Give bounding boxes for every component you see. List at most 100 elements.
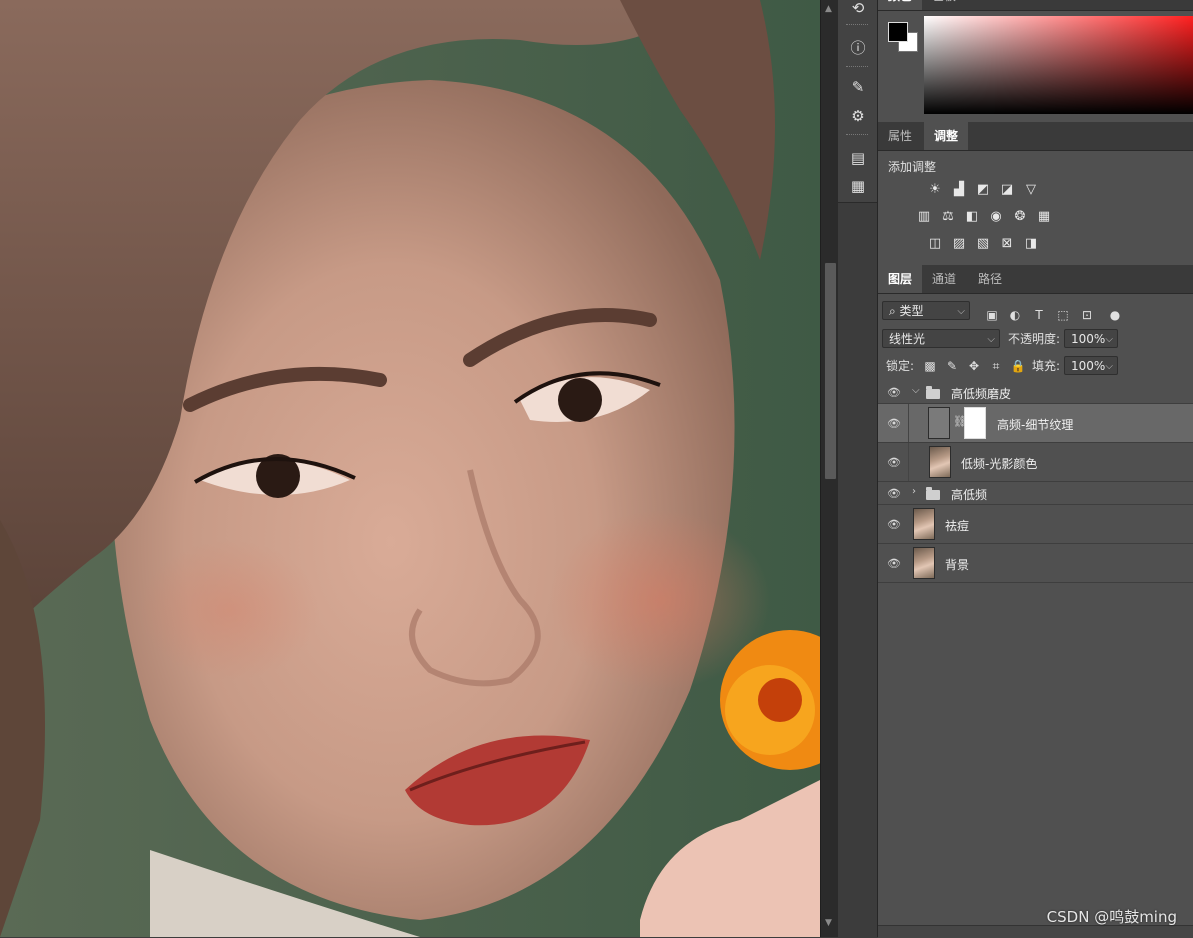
fill-field[interactable]: 100% ⌵ [1064, 356, 1118, 375]
scroll-down-arrow-icon[interactable]: ▼ [825, 918, 832, 928]
tab-paths[interactable]: 路径 [968, 265, 1012, 293]
layer-filter-kind-select[interactable]: ⌕ 类型 ⌵ [882, 301, 970, 320]
filter-smart-object-icon[interactable]: ⊡ [1079, 307, 1095, 323]
opacity-value: 100% [1071, 332, 1106, 346]
lock-image-pixels-icon[interactable]: ✎ [944, 358, 960, 374]
threshold-icon[interactable]: ▧ [974, 234, 992, 252]
color-spectrum-picker[interactable] [924, 16, 1193, 114]
color-panel: 颜色 色板 [878, 0, 1193, 118]
black-white-icon[interactable]: ◧ [963, 207, 981, 225]
lock-artboard-icon[interactable]: ⌗ [988, 358, 1004, 374]
history-icon[interactable]: ⟲ [848, 0, 868, 18]
tab-color[interactable]: 颜色 [878, 0, 923, 10]
info-icon[interactable]: ⓘ [848, 37, 868, 57]
brush-settings-icon[interactable]: ✎ [848, 77, 868, 97]
tab-channels[interactable]: 通道 [922, 265, 966, 293]
visibility-eye-icon[interactable]: 👁 [886, 516, 902, 532]
layer-name: 祛痘 [945, 519, 970, 533]
color-balance-icon[interactable]: ⚖ [939, 207, 957, 225]
layer-name: 高低频 [951, 488, 988, 502]
lock-all-icon[interactable]: 🔒 [1010, 358, 1026, 374]
tab-layers[interactable]: 图层 [878, 265, 923, 293]
layer-name: 高低频磨皮 [951, 387, 1012, 401]
filter-pixel-icon[interactable]: ▣ [984, 307, 1000, 323]
levels-icon[interactable]: ▟ [950, 180, 968, 198]
tab-properties[interactable]: 属性 [878, 122, 922, 150]
lock-label: 锁定: [886, 359, 915, 373]
channel-mixer-icon[interactable]: ❂ [1011, 207, 1029, 225]
opacity-label: 不透明度: [1008, 332, 1061, 346]
chevron-down-icon: ⌵ [1105, 334, 1113, 345]
canvas-vertical-scrollbar[interactable]: ▲ ▼ [820, 0, 839, 937]
layer-thumbnail[interactable] [928, 407, 950, 439]
collapsed-panel-icons: ⟲ ⓘ ✎ ⚙ ▤ ▦ [838, 0, 877, 203]
adjustment-row-2: ▥ ⚖ ◧ ◉ ❂ ▦ [915, 207, 1053, 225]
paragraph-styles-icon[interactable]: ▤ [848, 148, 868, 168]
layer-thumbnail[interactable] [913, 547, 935, 579]
strip-separator [846, 134, 868, 135]
chevron-down-icon[interactable]: ⌵ [912, 385, 920, 396]
visibility-eye-icon[interactable]: 👁 [886, 415, 902, 431]
layer-row[interactable]: 👁 背景 [878, 544, 1193, 583]
filter-shape-icon[interactable]: ⬚ [1055, 307, 1071, 323]
layer-row-group[interactable]: 👁 ⌵ 高低频磨皮 [878, 381, 1193, 404]
gradient-map-icon[interactable]: ◨ [1022, 234, 1040, 252]
layer-thumbnail[interactable] [929, 446, 951, 478]
color-lookup-icon[interactable]: ▦ [1035, 207, 1053, 225]
chevron-down-icon: ⌵ [987, 334, 995, 345]
strip-separator [846, 24, 868, 25]
layer-row-group[interactable]: 👁 › 高低频 [878, 482, 1193, 505]
notes-icon[interactable]: ▦ [848, 176, 868, 196]
layer-row[interactable]: 👁 低频-光影颜色 [878, 443, 1193, 482]
layer-name: 低频-光影颜色 [961, 457, 1038, 471]
visibility-eye-icon[interactable]: 👁 [886, 384, 902, 400]
document-canvas[interactable] [0, 0, 820, 937]
opacity-field[interactable]: 100% ⌵ [1064, 329, 1118, 348]
hue-saturation-icon[interactable]: ▥ [915, 207, 933, 225]
filter-toggle-icon[interactable]: ● [1107, 307, 1123, 323]
tab-adjustments[interactable]: 调整 [924, 122, 969, 150]
lock-transparent-pixels-icon[interactable]: ▩ [922, 358, 938, 374]
blend-mode-select[interactable]: 线性光 ⌵ [882, 329, 1000, 348]
filter-adjustment-icon[interactable]: ◐ [1007, 307, 1023, 323]
selective-color-icon[interactable]: ⊠ [998, 234, 1016, 252]
folder-icon [926, 487, 940, 500]
chevron-right-icon[interactable]: › [912, 486, 916, 497]
curves-icon[interactable]: ◩ [974, 180, 992, 198]
photo-filter-icon[interactable]: ◉ [987, 207, 1005, 225]
brightness-contrast-icon[interactable]: ☀ [926, 180, 944, 198]
layer-row-divider [908, 443, 909, 481]
chevron-down-icon: ⌵ [1105, 361, 1113, 372]
filter-kind-value: 类型 [899, 304, 924, 318]
vibrance-icon[interactable]: ▽ [1022, 180, 1040, 198]
layer-row-selected[interactable]: 👁 ⛓ 高频-细节纹理 [878, 404, 1193, 443]
exposure-icon[interactable]: ◪ [998, 180, 1016, 198]
foreground-color-swatch[interactable] [888, 22, 908, 42]
adjustment-row-3: ◫ ▨ ▧ ⊠ ◨ [926, 234, 1040, 252]
blend-mode-value: 线性光 [889, 332, 926, 346]
visibility-eye-icon[interactable]: 👁 [886, 454, 902, 470]
layer-row[interactable]: 👁 祛痘 [878, 505, 1193, 544]
layer-name: 背景 [945, 558, 970, 572]
layers-panel: 图层 通道 路径 ⌕ 类型 ⌵ ▣ ◐ T ⬚ ⊡ ● 线性光 ⌵ 不透明度: … [878, 265, 1193, 938]
lock-position-icon[interactable]: ✥ [966, 358, 982, 374]
layer-mask-thumbnail[interactable] [964, 407, 986, 439]
color-panel-tabbar: 颜色 色板 [878, 0, 1193, 11]
add-adjustment-title: 添加调整 [888, 160, 937, 174]
filter-type-icon[interactable]: T [1031, 307, 1047, 323]
visibility-eye-icon[interactable]: 👁 [886, 555, 902, 571]
adjustment-row-1: ☀ ▟ ◩ ◪ ▽ [926, 180, 1040, 198]
posterize-icon[interactable]: ▨ [950, 234, 968, 252]
layer-thumbnail[interactable] [913, 508, 935, 540]
tool-presets-icon[interactable]: ⚙ [848, 106, 868, 126]
layer-row-divider [908, 404, 909, 442]
panel-icon-strip: ⟲ ⓘ ✎ ⚙ ▤ ▦ [838, 0, 878, 937]
scroll-up-arrow-icon[interactable]: ▲ [825, 4, 832, 14]
visibility-eye-icon[interactable]: 👁 [886, 485, 902, 501]
invert-icon[interactable]: ◫ [926, 234, 944, 252]
adjustments-tabbar: 属性 调整 [878, 122, 1193, 151]
tab-swatches[interactable]: 色板 [922, 0, 966, 10]
scrollbar-thumb[interactable] [824, 262, 837, 480]
portrait-photo [0, 0, 820, 937]
adjustments-panel: 属性 调整 添加调整 ☀ ▟ ◩ ◪ ▽ ▥ ⚖ ◧ ◉ ❂ ▦ ◫ ▨ ▧ ⊠… [878, 122, 1193, 264]
